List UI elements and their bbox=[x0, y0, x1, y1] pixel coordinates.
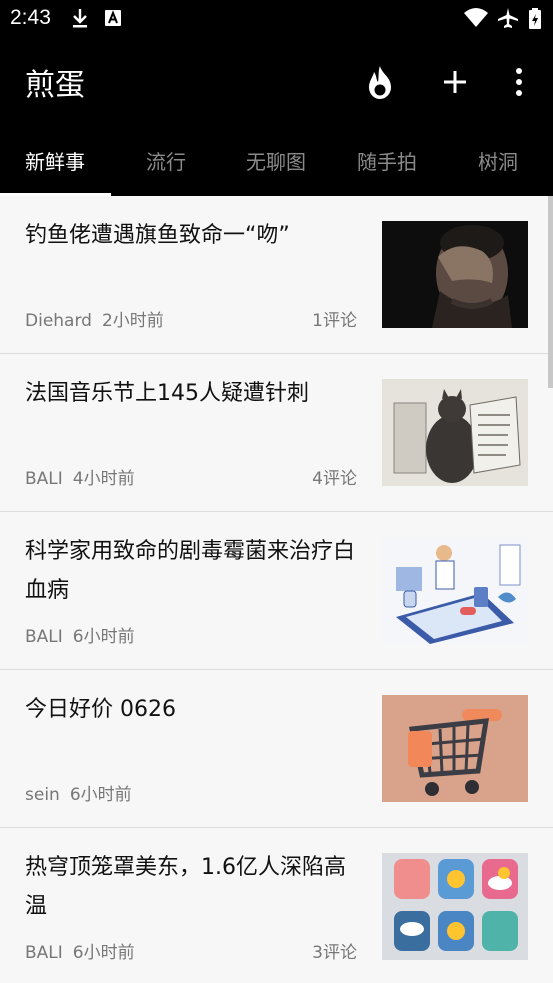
list-item[interactable]: 法国音乐节上145人疑遭针刺 BALI 4小时前 4评论 bbox=[0, 354, 553, 512]
plus-icon bbox=[444, 71, 466, 93]
airplane-mode-icon bbox=[498, 8, 518, 28]
post-time: 2小时前 bbox=[101, 311, 164, 331]
post-meta: Diehard 2小时前 bbox=[25, 306, 164, 331]
post-time: 6小时前 bbox=[69, 785, 132, 805]
post-title: 今日好价 0626 bbox=[25, 697, 176, 722]
post-author: BALI bbox=[25, 627, 63, 647]
post-meta: BALI 6小时前 bbox=[25, 938, 135, 963]
comment-count: 1评论 bbox=[312, 311, 357, 331]
post-author: BALI bbox=[25, 943, 63, 963]
post-title: 科学家用致命的剧毒霉菌来治疗白血病 bbox=[25, 539, 356, 603]
app-bar: 煎蛋 bbox=[0, 38, 553, 124]
wifi-icon bbox=[464, 8, 488, 27]
post-author: Diehard bbox=[25, 311, 92, 331]
add-button[interactable] bbox=[435, 62, 475, 102]
comment-count: 4评论 bbox=[312, 469, 357, 489]
download-icon bbox=[73, 9, 87, 28]
tab-boring-pics[interactable]: 无聊图 bbox=[221, 146, 331, 175]
post-thumbnail bbox=[382, 853, 528, 960]
tab-latest[interactable]: 新鲜事 bbox=[0, 146, 110, 175]
post-time: 6小时前 bbox=[72, 627, 135, 647]
hot-button[interactable] bbox=[360, 62, 400, 102]
post-thumbnail bbox=[382, 695, 528, 802]
status-bar: 2:43 bbox=[0, 0, 553, 38]
status-time: 2:43 bbox=[10, 6, 51, 29]
post-list[interactable]: 钓鱼佬遭遇旗鱼致命一“吻” Diehard 2小时前 1评论 法国音乐节上145人… bbox=[0, 196, 553, 983]
list-item[interactable]: 科学家用致命的剧毒霉菌来治疗白血病 BALI 6小时前 bbox=[0, 512, 553, 670]
post-title: 热穹顶笼罩美东，1.6亿人深陷高温 bbox=[25, 855, 346, 919]
post-author: BALI bbox=[25, 469, 63, 489]
post-title: 法国音乐节上145人疑遭针刺 bbox=[25, 381, 309, 406]
post-title: 钓鱼佬遭遇旗鱼致命一“吻” bbox=[25, 223, 290, 248]
list-item[interactable]: 热穹顶笼罩美东，1.6亿人深陷高温 BALI 6小时前 3评论 bbox=[0, 828, 553, 983]
post-author: sein bbox=[25, 785, 60, 805]
battery-charging-icon bbox=[529, 8, 541, 29]
list-item[interactable]: 今日好价 0626 sein 6小时前 bbox=[0, 670, 553, 828]
post-time: 6小时前 bbox=[72, 943, 135, 963]
list-item[interactable]: 钓鱼佬遭遇旗鱼致命一“吻” Diehard 2小时前 1评论 bbox=[0, 196, 553, 354]
post-thumbnail bbox=[382, 221, 528, 328]
post-meta: sein 6小时前 bbox=[25, 780, 132, 805]
category-tabs: 新鲜事 流行 无聊图 随手拍 树洞 bbox=[0, 124, 553, 196]
post-thumbnail bbox=[382, 537, 528, 644]
keyboard-a-icon bbox=[105, 10, 121, 26]
post-time: 4小时前 bbox=[72, 469, 135, 489]
more-vert-icon bbox=[516, 68, 522, 96]
flame-icon bbox=[369, 66, 391, 99]
post-meta: BALI 4小时前 bbox=[25, 464, 135, 489]
post-thumbnail bbox=[382, 379, 528, 486]
scrollbar[interactable] bbox=[548, 196, 553, 388]
tab-treehole[interactable]: 树洞 bbox=[443, 146, 553, 175]
more-button[interactable] bbox=[500, 62, 540, 102]
comment-count: 3评论 bbox=[312, 943, 357, 963]
tab-popular[interactable]: 流行 bbox=[111, 146, 221, 175]
tab-snapshots[interactable]: 随手拍 bbox=[332, 146, 442, 175]
post-meta: BALI 6小时前 bbox=[25, 622, 135, 647]
app-title: 煎蛋 bbox=[25, 68, 85, 103]
